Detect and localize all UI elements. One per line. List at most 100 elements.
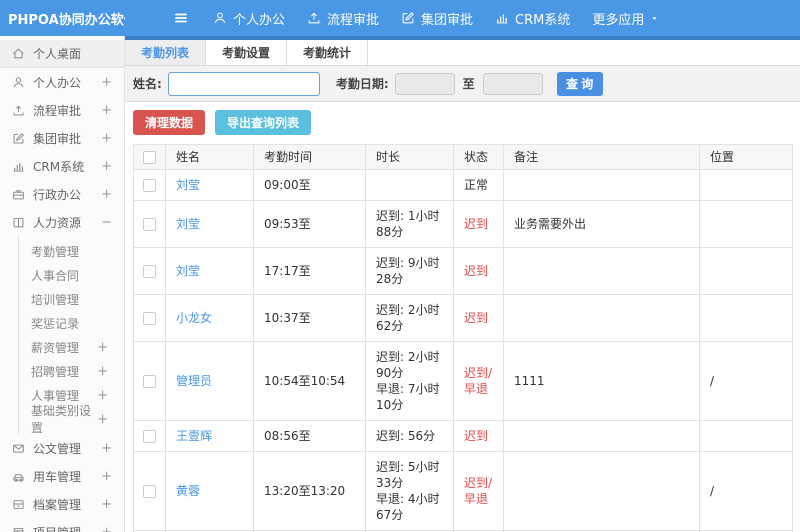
search-button[interactable]: 查 询 — [556, 71, 603, 96]
row-checkbox[interactable] — [143, 485, 156, 498]
expand-toggle-icon[interactable]: + — [97, 340, 108, 355]
nav-item-crm[interactable]: CRM系统 — [495, 9, 570, 28]
sidebar-subitem-salary[interactable]: 薪资管理 + — [19, 335, 124, 359]
tab-attendance-settings[interactable]: 考勤设置 — [206, 40, 288, 65]
nav-item-label: 个人办公 — [233, 12, 286, 28]
sidebar-item-group-approval[interactable]: 集团审批 + — [0, 124, 124, 152]
column-header: 位置 — [699, 144, 793, 170]
location-cell — [699, 200, 793, 248]
name-cell: 王壹辉 — [165, 420, 254, 452]
attendance-name-link[interactable]: 刘莹 — [176, 217, 200, 231]
attendance-time-cell: 17:17至 — [253, 247, 366, 295]
sidebar-subitem-reward-punishment[interactable]: 奖惩记录 — [19, 311, 124, 335]
sidebar-subitem-personnel-contract[interactable]: 人事合同 — [19, 263, 124, 287]
sidebar-item-label: 档案管理 — [33, 497, 82, 512]
row-checkbox[interactable] — [143, 375, 156, 388]
tab-label: 考勤列表 — [141, 46, 190, 60]
attendance-name-link[interactable]: 黄蓉 — [176, 484, 200, 498]
tab-attendance-stats[interactable]: 考勤统计 — [287, 40, 369, 65]
nav-item-workflow-approval[interactable]: 流程审批 — [307, 9, 379, 28]
sidebar-toggle[interactable] — [173, 10, 189, 26]
tab-attendance-list[interactable]: 考勤列表 — [125, 40, 207, 65]
expand-toggle-icon[interactable]: + — [97, 412, 108, 427]
nav-item-label: 更多应用 — [592, 12, 645, 28]
sidebar-item-vehicle[interactable]: 用车管理 + — [0, 462, 124, 490]
sidebar-item-label: 个人办公 — [33, 75, 82, 90]
expand-toggle-icon[interactable]: + — [101, 131, 112, 146]
sidebar-subitem-training[interactable]: 培训管理 — [19, 287, 124, 311]
expand-toggle-icon[interactable]: + — [101, 187, 112, 202]
sidebar-subitem-label: 招聘管理 — [31, 364, 80, 379]
sidebar-item-desktop[interactable]: 个人桌面 — [0, 40, 124, 68]
date-filter-label: 考勤日期: — [335, 77, 389, 91]
sidebar-item-hr[interactable]: 人力资源 − — [0, 208, 124, 236]
attendance-time-cell: 10:54至10:54 — [253, 341, 366, 421]
sidebar-item-archive[interactable]: 档案管理 + — [0, 490, 124, 518]
duration-line: 迟到: 5小时33分 — [376, 460, 440, 490]
column-header: 姓名 — [165, 144, 254, 170]
nav-item-group-approval[interactable]: 集团审批 — [401, 9, 473, 28]
sidebar-item-label: 用车管理 — [33, 469, 82, 484]
name-cell: 刘莹 — [165, 200, 254, 248]
table-body: 刘莹 09:00至 正常 刘莹 09:53至 迟到: 1小时88分 迟到 业务需要外出 刘莹 17… — [133, 169, 793, 532]
remark-cell: 业务需要外出 — [503, 200, 700, 248]
remark-cell: 1111 — [503, 341, 700, 421]
sidebar-item-crm[interactable]: CRM系统 + — [0, 152, 124, 180]
expand-toggle-icon[interactable]: + — [97, 388, 108, 403]
attendance-name-link[interactable]: 刘莹 — [176, 264, 200, 278]
edit-icon — [401, 11, 415, 25]
sidebar-item-label: CRM系统 — [33, 159, 85, 174]
status-cell: 迟到 — [453, 200, 504, 248]
select-all-checkbox[interactable] — [143, 151, 156, 164]
nav-item-personal-office[interactable]: 个人办公 — [213, 9, 285, 28]
sidebar-subitem-attendance[interactable]: 考勤管理 — [19, 239, 124, 263]
attendance-time-cell: 10:37至 — [253, 294, 366, 342]
sidebar-item-admin-office[interactable]: 行政办公 + — [0, 180, 124, 208]
sidebar-item-project[interactable]: 项目管理+ — [0, 518, 124, 532]
date-from-input[interactable] — [394, 72, 455, 95]
sidebar-subitem-recruitment[interactable]: 招聘管理 + — [19, 359, 124, 383]
name-filter-input[interactable] — [167, 71, 320, 96]
duration-line: 迟到: 2小时90分 — [376, 350, 440, 380]
duration-cell: 迟到: 1小时88分 — [365, 200, 454, 248]
sidebar-subitem-base-category[interactable]: 基础类别设置 + — [19, 404, 124, 435]
row-checkbox[interactable] — [143, 218, 156, 231]
column-header: 时长 — [365, 144, 454, 170]
name-cell: 刘莹 — [165, 169, 254, 201]
status-cell: 迟到 — [453, 420, 504, 452]
tab-label: 考勤设置 — [222, 46, 271, 60]
expand-toggle-icon[interactable]: + — [97, 364, 108, 379]
duration-cell — [365, 169, 454, 201]
expand-toggle-icon[interactable]: − — [101, 215, 112, 230]
row-checkbox[interactable] — [143, 312, 156, 325]
attendance-name-link[interactable]: 管理员 — [176, 374, 212, 388]
status-badge: 迟到 — [464, 217, 489, 231]
table-row: 刘莹 09:53至 迟到: 1小时88分 迟到 业务需要外出 — [133, 200, 793, 248]
export-list-button[interactable]: 导出查询列表 — [215, 110, 312, 135]
attendance-name-link[interactable]: 王壹辉 — [176, 429, 212, 443]
clean-data-button[interactable]: 清理数据 — [133, 110, 206, 135]
row-checkbox[interactable] — [143, 430, 156, 443]
duration-line: 早退: 4小时67分 — [376, 492, 440, 522]
expand-toggle-icon[interactable]: + — [101, 103, 112, 118]
expand-toggle-icon[interactable]: + — [101, 525, 112, 532]
sidebar-item-document[interactable]: 公文管理 + — [0, 434, 124, 462]
sidebar-item-personal-office[interactable]: 个人办公 + — [0, 68, 124, 96]
nav-item-more-apps[interactable]: 更多应用 — [592, 9, 659, 28]
sidebar-item-label: 公文管理 — [33, 441, 82, 456]
mail-icon — [12, 442, 26, 455]
attendance-name-link[interactable]: 刘莹 — [176, 178, 200, 192]
expand-toggle-icon[interactable]: + — [101, 75, 112, 90]
sidebar-item-workflow-approval[interactable]: 流程审批 + — [0, 96, 124, 124]
row-checkbox[interactable] — [143, 265, 156, 278]
tab-label: 考勤统计 — [303, 46, 352, 60]
attendance-name-link[interactable]: 小龙女 — [176, 311, 212, 325]
duration-cell: 迟到: 56分 — [365, 420, 454, 452]
expand-toggle-icon[interactable]: + — [101, 497, 112, 512]
expand-toggle-icon[interactable]: + — [101, 469, 112, 484]
nav-item-label: 集团审批 — [421, 12, 474, 28]
expand-toggle-icon[interactable]: + — [101, 441, 112, 456]
date-to-input[interactable] — [482, 72, 543, 95]
expand-toggle-icon[interactable]: + — [101, 159, 112, 174]
row-checkbox[interactable] — [143, 179, 156, 192]
